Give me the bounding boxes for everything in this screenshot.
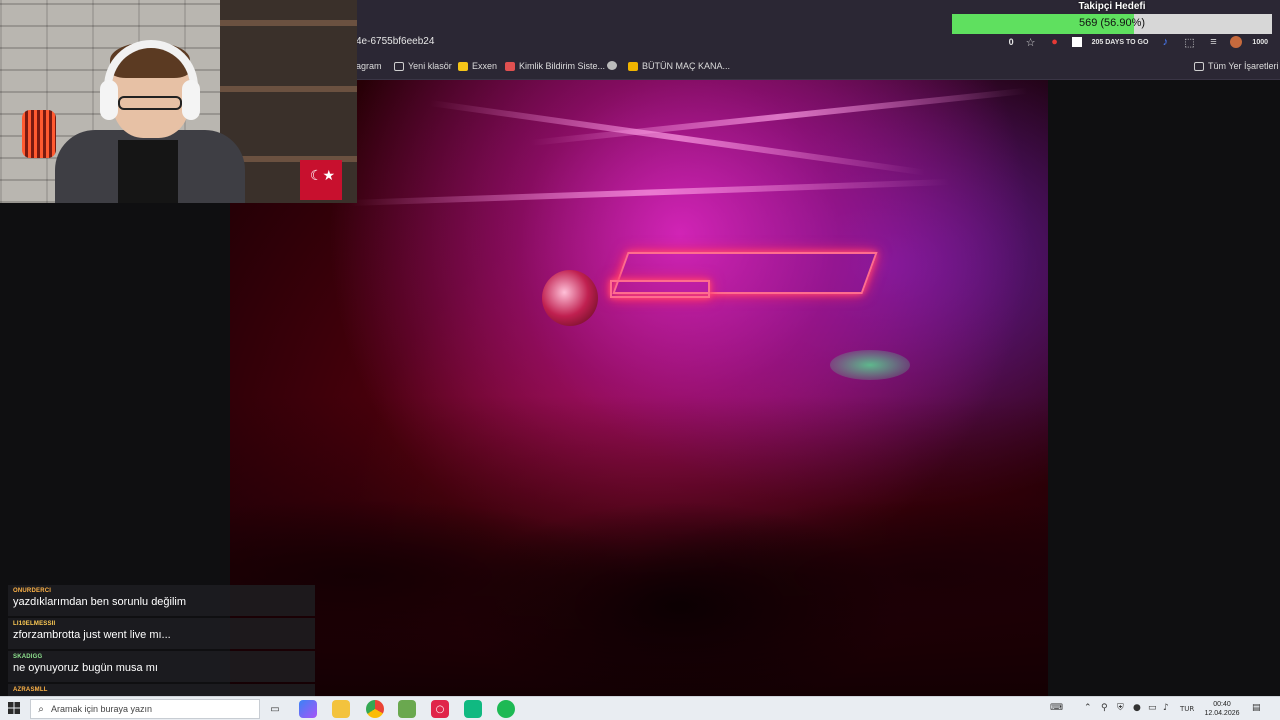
windows-start-icon[interactable]	[8, 702, 20, 714]
clock-time: 00:40	[1213, 701, 1231, 708]
chat-username: AZRASMLL	[13, 687, 48, 693]
shelf-board	[220, 86, 357, 92]
bookmark-label: Kimlik Bildirim Siste...	[519, 61, 606, 71]
lamp	[22, 110, 56, 158]
taskbar: ⌕ Aramak için buraya yazın ▭ ○ ⌨ ⌃ ⚲ ⛨ ●…	[0, 696, 1280, 720]
goal-progress-bar: 569 (56.90%)	[952, 14, 1272, 34]
goal-progress-text: 569 (56.90%)	[1078, 17, 1146, 29]
turkish-flag	[300, 160, 342, 200]
twitch-icon[interactable]	[464, 700, 482, 718]
globe-icon	[607, 61, 617, 70]
ceiling-beam	[529, 87, 1028, 146]
ceiling-beam	[349, 179, 950, 206]
glasses	[118, 96, 182, 110]
toolbar-count-right: 1000	[1252, 38, 1268, 46]
search-placeholder: Aramak için buraya yazın	[51, 704, 153, 714]
task-view-icon[interactable]: ▭	[266, 700, 284, 718]
display-icon[interactable]: ▭	[1148, 703, 1157, 713]
countdown-text: 205 DAYS TO GO	[1091, 38, 1149, 46]
audio-icon[interactable]: ♪	[1158, 35, 1172, 49]
taskbar-search[interactable]: ⌕ Aramak için buraya yazın	[30, 699, 260, 719]
shelf-board	[220, 20, 357, 26]
chat-message: LI10ELMESSII zforzambrotta just went liv…	[8, 618, 315, 649]
chat-message: SKADIGG ne oynuyoruz bugün musa mı	[8, 651, 315, 682]
bookmark-label: BÜTÜN MAÇ KANA...	[642, 61, 731, 71]
streamer-shirt	[118, 140, 178, 203]
profile-avatar[interactable]	[1230, 36, 1243, 48]
keyboard-icon[interactable]: ⌨	[1050, 703, 1063, 713]
chevron-up-icon[interactable]: ⌃	[1084, 703, 1092, 713]
follower-goal-widget: Takipçi Hedefi 569 (56.90%)	[952, 0, 1272, 34]
bookmark-label: Yeni klasör	[408, 61, 452, 71]
goal-title: Takipçi Hedefi	[1078, 1, 1146, 12]
spotify-icon[interactable]	[497, 700, 515, 718]
headphone-cup	[182, 80, 200, 120]
bookmark-globe[interactable]	[607, 61, 617, 70]
playlist-icon[interactable]: ≡	[1206, 35, 1220, 49]
star-icon[interactable]: ☆	[1024, 35, 1038, 49]
disco-ball	[542, 270, 598, 326]
folder-icon	[1194, 61, 1204, 71]
all-bookmarks[interactable]: Tüm Yer İşaretleri	[1194, 61, 1279, 71]
microphone-icon[interactable]: ●	[1133, 703, 1141, 713]
bookmark-kimlik[interactable]: Kimlik Bildirim Siste...	[505, 61, 605, 71]
crowd	[230, 396, 1048, 696]
network-icon[interactable]: ⚲	[1101, 703, 1108, 713]
id-icon	[505, 61, 515, 71]
webcam-overlay	[0, 0, 357, 203]
chat-text: zforzambrotta just went live mı...	[13, 629, 171, 641]
chat-overlay: ONURDERCI yazdıklarımdan ben sorunlu değ…	[8, 585, 315, 700]
extensions-icon[interactable]: ⬚	[1182, 35, 1196, 49]
bookmark-label: Exxen	[472, 61, 498, 71]
url-text[interactable]: 4e-6755bf6eeb24	[356, 36, 434, 47]
toolbar-counter: 0	[1008, 37, 1014, 47]
browser-toolbar: 0 ☆ ● 205 DAYS TO GO ♪ ⬚ ≡ 1000	[1009, 34, 1280, 50]
chat-username: ONURDERCI	[13, 588, 52, 594]
chat-message: ONURDERCI yazdıklarımdan ben sorunlu değ…	[8, 585, 315, 616]
headphone-cup	[100, 80, 118, 120]
chat-text: yazdıklarımdan ben sorunlu değilim	[13, 596, 187, 608]
chat-username: LI10ELMESSII	[13, 621, 56, 627]
notifications-icon[interactable]: ▤	[1252, 703, 1261, 713]
bookmark-label: agram	[356, 61, 382, 71]
copilot-icon[interactable]	[299, 700, 317, 718]
jp-icon	[628, 61, 638, 71]
folder-icon	[394, 61, 404, 71]
neon-light	[610, 280, 710, 298]
search-icon: ⌕	[38, 703, 44, 715]
bookmark-yeni-klasor[interactable]: Yeni klasör	[394, 61, 452, 71]
extension-white-icon[interactable]	[1071, 37, 1082, 47]
chat-username: SKADIGG	[13, 654, 43, 660]
security-icon[interactable]: ⛨	[1117, 703, 1124, 713]
file-explorer-icon[interactable]	[332, 700, 350, 718]
chrome-icon[interactable]	[366, 700, 384, 718]
app-icon[interactable]	[398, 700, 416, 718]
volume-icon[interactable]: ♪	[1163, 703, 1169, 713]
bookmark-butun-mac[interactable]: BÜTÜN MAÇ KANA...	[628, 61, 730, 71]
extension-red-icon[interactable]: ●	[1048, 35, 1062, 49]
opera-icon[interactable]: ○	[431, 700, 449, 718]
all-bookmarks-label: Tüm Yer İşaretleri	[1208, 61, 1279, 71]
clock-date: 12.04.2026	[1204, 710, 1240, 717]
exxen-icon	[458, 61, 468, 71]
bookmark-exxen[interactable]: Exxen	[458, 61, 497, 71]
chat-text: ne oynuyoruz bugün musa mı	[13, 662, 158, 674]
language-indicator[interactable]: TUR	[1180, 705, 1194, 713]
clock[interactable]: 00:40 12.04.2026	[1200, 700, 1244, 718]
bookmark-agram[interactable]: agram	[356, 61, 382, 71]
green-light	[830, 350, 910, 380]
